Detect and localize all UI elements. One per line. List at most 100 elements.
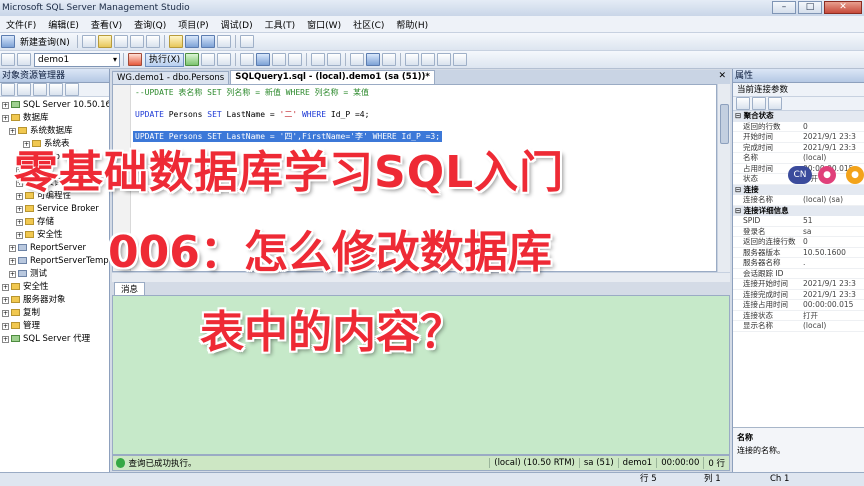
- query-options-icon[interactable]: [272, 53, 287, 66]
- document-tab[interactable]: WG.demo1 - dbo.Persons: [112, 71, 230, 84]
- print-icon[interactable]: [216, 35, 231, 48]
- property-category[interactable]: 连接: [733, 184, 864, 195]
- query-designer-icon[interactable]: [256, 53, 271, 66]
- connect-icon[interactable]: [1, 83, 15, 96]
- activity-monitor-icon[interactable]: [239, 35, 254, 48]
- change-connection-icon[interactable]: [17, 53, 31, 66]
- property-row[interactable]: SPID 51: [733, 216, 864, 227]
- tree-node[interactable]: + SQL Server 10.50.1600 - sa): [0, 99, 109, 112]
- database-select[interactable]: demo1: [34, 52, 120, 67]
- property-row[interactable]: 会话跟踪 ID: [733, 269, 864, 279]
- property-row[interactable]: 名称 (local): [733, 153, 864, 164]
- results-to-text-icon[interactable]: [350, 53, 365, 66]
- expand-icon[interactable]: +: [2, 102, 9, 109]
- maximize-button[interactable]: □: [798, 1, 822, 14]
- editor-vertical-scrollbar[interactable]: [717, 84, 730, 272]
- property-row[interactable]: 返回的连接行数 0: [733, 237, 864, 248]
- minimize-button[interactable]: –: [772, 1, 796, 14]
- property-row[interactable]: 连接名称 (local) (sa): [733, 195, 864, 206]
- analysis-query-icon[interactable]: [97, 35, 112, 48]
- debug-icon[interactable]: [185, 53, 200, 66]
- expand-icon[interactable]: +: [9, 258, 16, 265]
- tree-node[interactable]: + ReportServer: [0, 242, 109, 255]
- property-row[interactable]: 服务器版本 10.50.1600: [733, 248, 864, 258]
- tree-node[interactable]: + Service Broker: [0, 203, 109, 216]
- property-row[interactable]: 返回的行数 0: [733, 122, 864, 132]
- tree-node[interactable]: + 测试: [0, 268, 109, 281]
- db-engine-query-icon[interactable]: [81, 35, 96, 48]
- new-query-button[interactable]: 新建查询(N): [16, 35, 74, 48]
- expand-icon[interactable]: +: [9, 128, 16, 135]
- xmla-query-icon[interactable]: [145, 35, 160, 48]
- refresh-icon[interactable]: [65, 83, 79, 96]
- client-stats-icon[interactable]: [327, 53, 342, 66]
- document-tab[interactable]: SQLQuery1.sql - (local).demo1 (sa (51))*: [230, 70, 435, 84]
- increase-indent-icon[interactable]: [453, 53, 468, 66]
- property-row[interactable]: 连接状态 打开: [733, 311, 864, 321]
- microphone-icon[interactable]: ●: [846, 166, 864, 184]
- menu-item[interactable]: 查询(Q): [128, 18, 172, 31]
- menu-item[interactable]: 编辑(E): [42, 18, 85, 31]
- alphabetical-icon[interactable]: [752, 97, 766, 110]
- close-tab-icon[interactable]: ✕: [718, 71, 726, 81]
- dmx-query-icon[interactable]: [129, 35, 144, 48]
- expand-icon[interactable]: +: [2, 336, 9, 343]
- expand-icon[interactable]: +: [16, 219, 23, 226]
- expand-icon[interactable]: +: [2, 115, 9, 122]
- property-row[interactable]: 开始时间 2021/9/1 23:3: [733, 132, 864, 143]
- disconnect-icon[interactable]: [17, 83, 31, 96]
- expand-icon[interactable]: +: [2, 323, 9, 330]
- tree-node[interactable]: + 数据库: [0, 112, 109, 125]
- expand-icon[interactable]: +: [16, 232, 23, 239]
- menu-item[interactable]: 查看(V): [85, 18, 128, 31]
- tree-node[interactable]: + 存储: [0, 216, 109, 229]
- save-icon[interactable]: [184, 35, 199, 48]
- save-all-icon[interactable]: [200, 35, 215, 48]
- stop-icon[interactable]: [33, 83, 47, 96]
- property-row[interactable]: 连接完成时间 2021/9/1 23:3: [733, 290, 864, 300]
- property-category[interactable]: 聚合状态: [733, 111, 864, 122]
- cancel-query-icon[interactable]: [201, 53, 216, 66]
- menu-item[interactable]: 社区(C): [347, 18, 390, 31]
- tree-node[interactable]: + SQL Server 代理: [0, 333, 109, 346]
- execute-icon[interactable]: [128, 53, 142, 66]
- tree-node[interactable]: + 复制: [0, 307, 109, 320]
- tree-node[interactable]: + 管理: [0, 320, 109, 333]
- menu-item[interactable]: 调试(D): [215, 18, 259, 31]
- expand-icon[interactable]: +: [9, 245, 16, 252]
- tree-node[interactable]: + ReportServerTempDB: [0, 255, 109, 268]
- results-to-grid-icon[interactable]: [366, 53, 381, 66]
- tab-messages[interactable]: 消息: [114, 282, 146, 296]
- ime-skin-icon[interactable]: ●: [818, 166, 836, 184]
- open-file-icon[interactable]: [168, 35, 183, 48]
- decrease-indent-icon[interactable]: [437, 53, 452, 66]
- property-row[interactable]: 连接占用时间 00:00:00.015: [733, 300, 864, 311]
- property-row[interactable]: 显示名称 (local): [733, 321, 864, 332]
- include-plan-icon[interactable]: [311, 53, 326, 66]
- connect-icon[interactable]: [1, 53, 15, 66]
- new-query-icon[interactable]: [1, 35, 15, 48]
- ime-language-badge[interactable]: CN: [788, 166, 812, 184]
- expand-icon[interactable]: +: [2, 310, 9, 317]
- property-row[interactable]: 连接开始时间 2021/9/1 23:3: [733, 279, 864, 290]
- tree-node[interactable]: + 安全性: [0, 281, 109, 294]
- results-to-file-icon[interactable]: [382, 53, 397, 66]
- menu-item[interactable]: 帮助(H): [390, 18, 434, 31]
- mdx-query-icon[interactable]: [113, 35, 128, 48]
- expand-icon[interactable]: +: [2, 284, 9, 291]
- categorized-icon[interactable]: [736, 97, 750, 110]
- display-plan-icon[interactable]: [240, 53, 255, 66]
- property-row[interactable]: 服务器名称.: [733, 258, 864, 269]
- close-button[interactable]: ✕: [824, 1, 862, 14]
- tree-node[interactable]: + 安全性: [0, 229, 109, 242]
- comment-icon[interactable]: [405, 53, 420, 66]
- parse-icon[interactable]: [217, 53, 232, 66]
- menu-item[interactable]: 窗口(W): [301, 18, 347, 31]
- property-category[interactable]: 连接详细信息: [733, 205, 864, 216]
- property-row[interactable]: 完成时间 2021/9/1 23:3: [733, 143, 864, 153]
- uncomment-icon[interactable]: [421, 53, 436, 66]
- scrollbar-thumb[interactable]: [720, 104, 729, 144]
- tree-node[interactable]: + 服务器对象: [0, 294, 109, 307]
- menu-item[interactable]: 项目(P): [172, 18, 214, 31]
- filter-icon[interactable]: [49, 83, 63, 96]
